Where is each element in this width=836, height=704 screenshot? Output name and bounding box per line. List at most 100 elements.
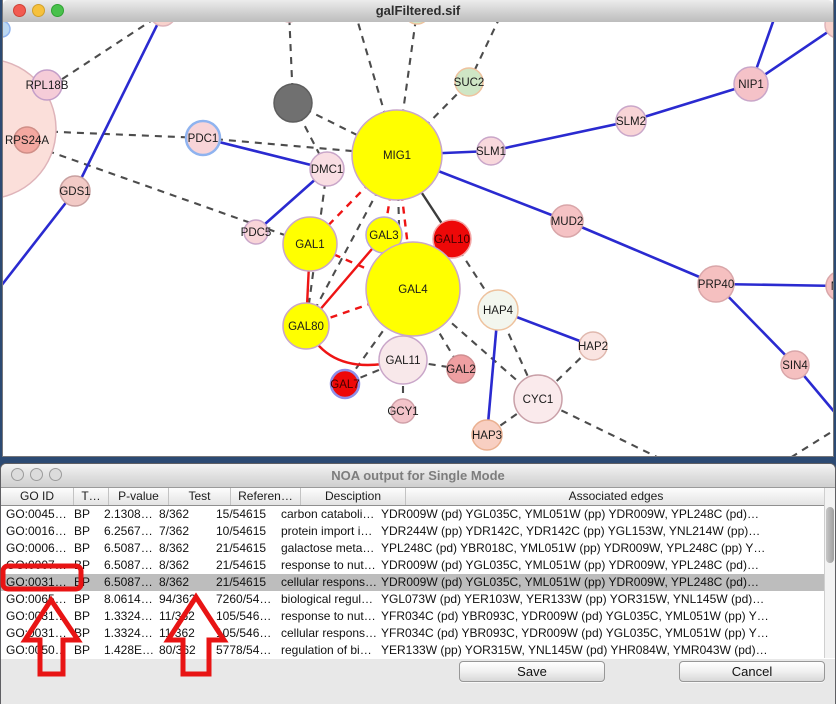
table-cell: 5778/54…: [211, 642, 276, 659]
node-label-PRP40: PRP40: [698, 279, 734, 291]
table-cell: carbon cataboli…: [276, 506, 376, 523]
node-label-HAP3: HAP3: [472, 430, 502, 442]
node-clip-top-green[interactable]: [404, 22, 430, 24]
table-cell: GO:0031…: [1, 625, 69, 642]
table-cell: 21/54615: [211, 574, 276, 591]
node-label-SLM2: SLM2: [616, 116, 646, 128]
node-label-RPS24A: RPS24A: [5, 135, 49, 147]
table-body: GO:0045…BP2.1308…8/36215/54615carbon cat…: [1, 506, 835, 659]
edge-pp_blue[interactable]: [203, 138, 327, 169]
node-label-GAL3: GAL3: [369, 230, 398, 242]
cancel-button[interactable]: Cancel: [679, 661, 825, 682]
table-row[interactable]: GO:0065…BP8.0614…94/3627260/54…biologica…: [1, 591, 835, 608]
table-cell: 8/362: [154, 574, 211, 591]
table-cell: 8.0614…: [99, 591, 154, 608]
table-cell: 21/54615: [211, 557, 276, 574]
table-cell: 1.3324…: [99, 608, 154, 625]
node-clip-top-1[interactable]: [150, 22, 176, 26]
edge-pp_blue[interactable]: [567, 221, 716, 284]
table-header-row: GO IDT…P-valueTestReferen…DesciptionAsso…: [1, 488, 835, 506]
column-header-6[interactable]: Associated edges: [406, 488, 827, 505]
table-cell: biological regul…: [276, 591, 376, 608]
node-label-MIG1: MIG1: [383, 150, 411, 162]
edge-pp_blue[interactable]: [631, 84, 751, 121]
table-cell: GO:0031…: [1, 574, 69, 591]
table-cell: response to nut…: [276, 557, 376, 574]
table-cell: 7260/54…: [211, 591, 276, 608]
table-cell: 94/362: [154, 591, 211, 608]
table-cell: 8/362: [154, 557, 211, 574]
table-cell: 1.3324…: [99, 625, 154, 642]
node-clip-left-small[interactable]: [3, 22, 10, 37]
network-window-titlebar[interactable]: galFiltered.sif: [3, 0, 833, 23]
node-label-GAL4: GAL4: [398, 284, 428, 296]
node-label-GAL10: GAL10: [434, 234, 470, 246]
table-cell: GO:0045…: [1, 506, 69, 523]
table-cell: 6.5087…: [99, 557, 154, 574]
node-clip-top-right[interactable]: [825, 22, 833, 38]
column-header-2[interactable]: P-value: [109, 488, 169, 505]
table-cell: BP: [69, 523, 99, 540]
column-header-0[interactable]: GO ID: [1, 488, 74, 505]
node-label-GAL2: GAL2: [446, 364, 475, 376]
table-cell: galactose meta…: [276, 540, 376, 557]
node-label-GAL80: GAL80: [288, 321, 324, 333]
table-cell: YDR244W (pp) YDR142C, YDR142C (pp) YGL15…: [376, 523, 792, 540]
table-row[interactable]: GO:0045…BP2.1308…8/36215/54615carbon cat…: [1, 506, 835, 523]
table-cell: 15/54615: [211, 506, 276, 523]
node-label-CYC1: CYC1: [523, 394, 554, 406]
node-label-GAL1: GAL1: [295, 239, 324, 251]
table-row[interactable]: GO:0031…BP6.5087…8/36221/54615cellular r…: [1, 574, 835, 591]
column-header-1[interactable]: T…: [74, 488, 109, 505]
vertical-scrollbar[interactable]: [824, 488, 835, 658]
column-header-3[interactable]: Test: [169, 488, 231, 505]
column-header-5[interactable]: Desciption: [301, 488, 406, 505]
node-label-SIN4: SIN4: [782, 360, 808, 372]
table-row[interactable]: GO:0031…BP1.3324…11/362105/546…response …: [1, 608, 835, 625]
network-canvas[interactable]: RPL18BRPS24AGDS1PDC1PDC5DMC1MIG1SUC2SLM1…: [3, 22, 833, 456]
table-cell: YDR009W (pd) YGL035C, YML051W (pp) YDR00…: [376, 574, 792, 591]
table-row[interactable]: GO:0006…BP6.5087…8/36221/54615galactose …: [1, 540, 835, 557]
table-cell: YPL248C (pd) YBR018C, YML051W (pp) YDR00…: [376, 540, 792, 557]
node-gray-node[interactable]: [274, 84, 312, 122]
table-row[interactable]: GO:0050…BP1.428E…80/3625778/54…regulatio…: [1, 642, 835, 659]
table-cell: 6.5087…: [99, 574, 154, 591]
node-label-GAL7: GAL7: [330, 379, 359, 391]
table-cell: 8/362: [154, 506, 211, 523]
edge-pp_blue[interactable]: [3, 191, 75, 295]
node-label-PDC1: PDC1: [188, 133, 219, 145]
table-cell: protein import i…: [276, 523, 376, 540]
table-row[interactable]: GO:0007…BP6.5087…8/36221/54615response t…: [1, 557, 835, 574]
table-cell: GO:0007…: [1, 557, 69, 574]
edge-pd_dashed[interactable]: [790, 419, 833, 456]
table-cell: YER133W (pp) YOR315W, YNL145W (pd) YHR08…: [376, 642, 792, 659]
node-label-MUD2: MUD2: [551, 216, 584, 228]
table-cell: 6.5087…: [99, 540, 154, 557]
table-cell: BP: [69, 506, 99, 523]
table-cell: BP: [69, 540, 99, 557]
table-cell: BP: [69, 591, 99, 608]
table-cell: 2.1308…: [99, 506, 154, 523]
table-cell: BP: [69, 574, 99, 591]
table-row[interactable]: GO:0016…BP6.2567…7/36210/54615protein im…: [1, 523, 835, 540]
table-cell: BP: [69, 557, 99, 574]
table-cell: 105/546…: [211, 625, 276, 642]
table-cell: 1.428E…: [99, 642, 154, 659]
table-cell: 21/54615: [211, 540, 276, 557]
node-label-MSI: MSI: [831, 281, 833, 293]
table-cell: BP: [69, 625, 99, 642]
noa-window-titlebar[interactable]: NOA output for Single Mode: [1, 464, 835, 488]
scrollbar-thumb[interactable]: [826, 507, 834, 563]
column-header-4[interactable]: Referen…: [231, 488, 301, 505]
table-cell: YFR034C (pd) YBR093C, YDR009W (pd) YGL03…: [376, 608, 792, 625]
table-cell: YDR009W (pd) YGL035C, YML051W (pp) YDR00…: [376, 506, 792, 523]
edge-pp_blue[interactable]: [491, 121, 631, 151]
save-button[interactable]: Save: [459, 661, 605, 682]
table-cell: 11/362: [154, 608, 211, 625]
table-cell: 11/362: [154, 625, 211, 642]
table-row[interactable]: GO:0031…BP1.3324…11/362105/546…cellular …: [1, 625, 835, 642]
node-label-NIP1: NIP1: [738, 79, 764, 91]
table-cell: GO:0006…: [1, 540, 69, 557]
edge-pp_blue[interactable]: [75, 22, 163, 191]
table-cell: cellular respons…: [276, 625, 376, 642]
